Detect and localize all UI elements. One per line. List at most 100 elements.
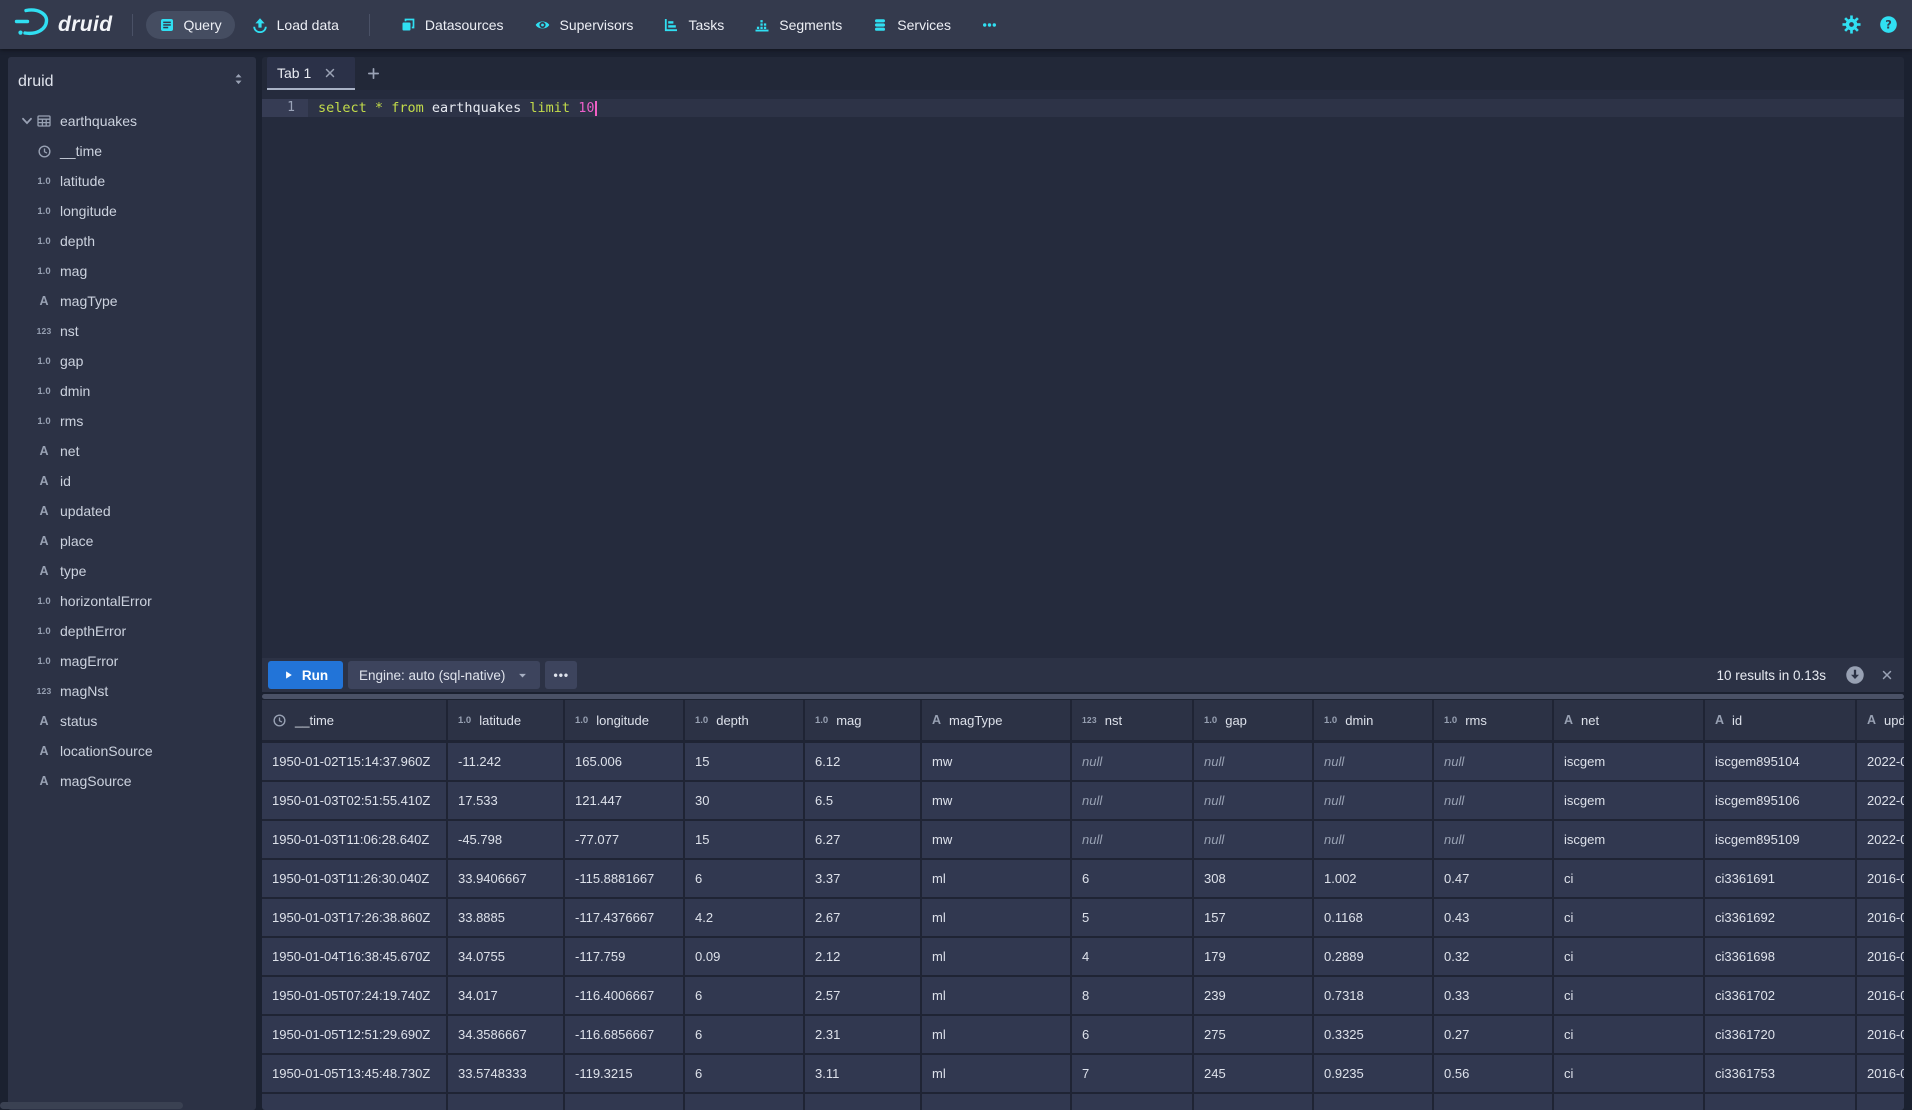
column-header-dmin[interactable]: 1.0dmin	[1314, 700, 1434, 740]
table-cell[interactable]: null	[1194, 743, 1314, 780]
table-cell[interactable]	[448, 1094, 565, 1110]
table-cell[interactable]: null	[1434, 743, 1554, 780]
column-header-mag[interactable]: 1.0mag	[805, 700, 922, 740]
table-cell[interactable]: ci	[1554, 977, 1705, 1014]
query-more-button[interactable]: •••	[545, 661, 577, 689]
sidebar-field-gap[interactable]: 1.0gap	[8, 346, 256, 376]
table-cell[interactable]: 1950-01-03T02:51:55.410Z	[262, 782, 448, 819]
druid-logo[interactable]: druid	[14, 7, 113, 42]
table-cell[interactable]: 17.533	[448, 782, 565, 819]
column-header-magType[interactable]: AmagType	[922, 700, 1072, 740]
table-cell[interactable]: 2022-0	[1857, 782, 1904, 819]
nav-item-services[interactable]: Services	[859, 11, 964, 39]
table-cell[interactable]: 0.9235	[1314, 1055, 1434, 1092]
table-cell[interactable]: 0.47	[1434, 860, 1554, 897]
table-cell[interactable]: 6.27	[805, 821, 922, 858]
sidebar-field-id[interactable]: Aid	[8, 466, 256, 496]
table-cell[interactable]: 2.12	[805, 938, 922, 975]
tab-tab1[interactable]: Tab 1	[267, 57, 355, 90]
table-cell[interactable]: ci3361720	[1705, 1016, 1857, 1053]
table-cell[interactable]: 6.12	[805, 743, 922, 780]
table-cell[interactable]: 2016-0	[1857, 860, 1904, 897]
table-cell[interactable]	[805, 1094, 922, 1110]
table-cell[interactable]: -116.4006667	[565, 977, 685, 1014]
sidebar-field-magError[interactable]: 1.0magError	[8, 646, 256, 676]
table-cell[interactable]: 2.67	[805, 899, 922, 936]
table-cell[interactable]: 0.1168	[1314, 899, 1434, 936]
column-header-updated[interactable]: Aupdated	[1857, 700, 1904, 740]
table-cell[interactable]: 2016-0	[1857, 1055, 1904, 1092]
table-cell[interactable]: 6	[685, 1016, 805, 1053]
table-cell[interactable]: 239	[1194, 977, 1314, 1014]
table-cell[interactable]: 1950-01-03T11:26:30.040Z	[262, 860, 448, 897]
table-cell[interactable]: 5	[1072, 899, 1194, 936]
table-cell[interactable]	[1314, 1094, 1434, 1110]
table-cell[interactable]: 6	[1072, 1016, 1194, 1053]
table-cell[interactable]: 157	[1194, 899, 1314, 936]
new-tab-button[interactable]	[355, 57, 391, 90]
column-header-__time[interactable]: __time	[262, 700, 448, 740]
table-cell[interactable]: ml	[922, 1016, 1072, 1053]
column-header-id[interactable]: Aid	[1705, 700, 1857, 740]
table-cell[interactable]: 0.56	[1434, 1055, 1554, 1092]
table-cell[interactable]: 4.2	[685, 899, 805, 936]
column-header-rms[interactable]: 1.0rms	[1434, 700, 1554, 740]
column-header-latitude[interactable]: 1.0latitude	[448, 700, 565, 740]
table-cell[interactable]: ci3361702	[1705, 977, 1857, 1014]
table-cell[interactable]: -11.242	[448, 743, 565, 780]
table-cell[interactable]: 0.7318	[1314, 977, 1434, 1014]
table-cell[interactable]: 6	[685, 977, 805, 1014]
nav-item-query[interactable]: Query	[146, 11, 235, 39]
table-cell[interactable]: -45.798	[448, 821, 565, 858]
sidebar-field-__time[interactable]: __time	[8, 136, 256, 166]
table-cell[interactable]: -117.759	[565, 938, 685, 975]
table-cell[interactable]	[1705, 1094, 1857, 1110]
table-cell[interactable]: 275	[1194, 1016, 1314, 1053]
table-cell[interactable]: -117.4376667	[565, 899, 685, 936]
page-horizontal-scrollbar[interactable]	[0, 1102, 183, 1109]
table-cell[interactable]: 30	[685, 782, 805, 819]
table-cell[interactable]: iscgem	[1554, 782, 1705, 819]
table-cell[interactable]: ci3361691	[1705, 860, 1857, 897]
table-cell[interactable]: null	[1072, 782, 1194, 819]
settings-gear-icon[interactable]	[1842, 15, 1861, 34]
table-cell[interactable]	[1857, 1094, 1904, 1110]
table-cell[interactable]: 15	[685, 743, 805, 780]
nav-item-supervisors[interactable]: Supervisors	[521, 11, 647, 39]
sidebar-field-dmin[interactable]: 1.0dmin	[8, 376, 256, 406]
table-cell[interactable]: null	[1314, 743, 1434, 780]
table-cell[interactable]: 1950-01-04T16:38:45.670Z	[262, 938, 448, 975]
table-cell[interactable]: null	[1314, 821, 1434, 858]
table-cell[interactable]: 165.006	[565, 743, 685, 780]
table-cell[interactable]: 3.37	[805, 860, 922, 897]
table-cell[interactable]: 34.0755	[448, 938, 565, 975]
column-header-net[interactable]: Anet	[1554, 700, 1705, 740]
table-cell[interactable]: ci	[1554, 899, 1705, 936]
sidebar-field-updated[interactable]: Aupdated	[8, 496, 256, 526]
table-cell[interactable]: 7	[1072, 1055, 1194, 1092]
table-cell[interactable]: 2.31	[805, 1016, 922, 1053]
sidebar-field-depthError[interactable]: 1.0depthError	[8, 616, 256, 646]
table-cell[interactable]: 2016-0	[1857, 938, 1904, 975]
table-cell[interactable]: 2016-0	[1857, 1016, 1904, 1053]
table-cell[interactable]: 34.017	[448, 977, 565, 1014]
table-cell[interactable]: 179	[1194, 938, 1314, 975]
sidebar-field-locationSource[interactable]: AlocationSource	[8, 736, 256, 766]
table-cell[interactable]: 0.3325	[1314, 1016, 1434, 1053]
table-cell[interactable]	[1072, 1094, 1194, 1110]
table-cell[interactable]: 0.43	[1434, 899, 1554, 936]
sidebar-field-magNst[interactable]: 123magNst	[8, 676, 256, 706]
table-cell[interactable]: null	[1194, 782, 1314, 819]
table-cell[interactable]: 0.09	[685, 938, 805, 975]
chevron-down-icon[interactable]	[17, 114, 36, 128]
table-cell[interactable]: 1950-01-03T17:26:38.860Z	[262, 899, 448, 936]
table-cell[interactable]: 6	[685, 860, 805, 897]
table-cell[interactable]: iscgem895109	[1705, 821, 1857, 858]
table-cell[interactable]: 6	[685, 1055, 805, 1092]
sidebar-field-type[interactable]: Atype	[8, 556, 256, 586]
table-cell[interactable]: ml	[922, 938, 1072, 975]
download-icon[interactable]	[1845, 665, 1865, 685]
column-header-longitude[interactable]: 1.0longitude	[565, 700, 685, 740]
column-header-nst[interactable]: 123nst	[1072, 700, 1194, 740]
table-cell[interactable]: iscgem	[1554, 821, 1705, 858]
